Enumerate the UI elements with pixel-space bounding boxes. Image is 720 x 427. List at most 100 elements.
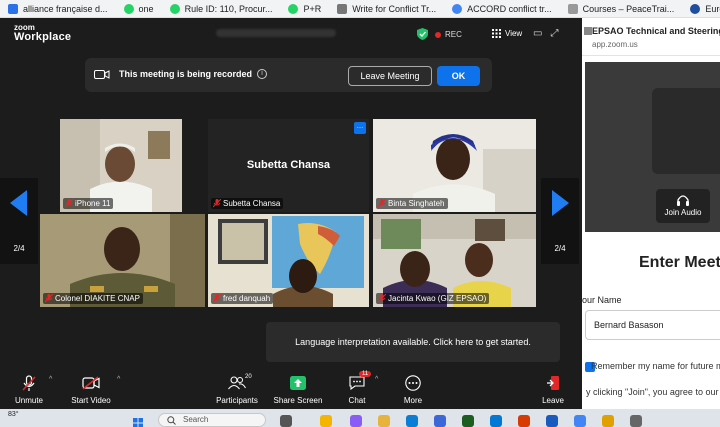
bookmark-favicon-icon [288,3,299,14]
search-placeholder: Search [183,415,209,424]
bookmarks-bar: alliance française d... one Rule ID: 110, … [0,0,720,18]
minimize-view-icon[interactable]: ▭ [533,28,542,39]
video-options-chevron-icon[interactable]: ^ [117,376,120,383]
chat-unread-badge: 11 [359,371,372,377]
participant-name-tag: Colonel DIAKITE CNAP [43,293,143,304]
powerpoint-icon[interactable] [518,415,530,427]
zoom-web-panel: EPSAO Technical and Steering app.zoom.us… [582,18,720,409]
bookmark-label: alliance française d... [23,3,108,14]
chat-options-chevron-icon[interactable]: ^ [375,376,378,383]
leave-label: Leave [542,396,564,405]
name-field-label: our Name [582,295,622,305]
mic-muted-icon [65,199,73,208]
mic-muted-icon [213,199,221,208]
share-screen-button[interactable]: Share Screen [272,374,324,405]
previous-page-button[interactable]: 2/4 [0,178,38,264]
logo-line-2: Workplace [14,31,72,43]
chat-label: Chat [348,396,366,405]
preview-video: Join Audio [585,62,720,232]
windows-start-icon[interactable] [133,415,143,427]
teams-icon[interactable] [350,415,362,427]
outlook-icon[interactable] [490,415,502,427]
bookmark-item[interactable]: European Commis [682,0,720,17]
video-tile-jacinta[interactable]: Jacinta Kwao (GIZ EPSAO) [373,214,536,307]
file-explorer-icon[interactable] [320,415,332,427]
participants-button[interactable]: Participants 20 [212,374,262,405]
more-label: More [403,396,423,405]
video-tile-fred[interactable]: fred danquah [208,214,369,307]
participants-label: Participants [216,396,258,405]
leave-meeting-button[interactable]: Leave Meeting [348,66,432,86]
video-tile-binta[interactable]: Binta Singhateh [373,119,536,212]
arrow-left-icon [10,190,27,216]
next-page-button[interactable]: 2/4 [541,178,579,264]
participant-center-name: Subetta Chansa [246,159,331,171]
bookmark-favicon-icon [452,3,463,14]
bookmark-item[interactable]: Rule ID: 110, Procur... [162,0,281,17]
audio-options-chevron-icon[interactable]: ^ [49,376,52,383]
name-input[interactable]: Bernard Basason [585,310,720,340]
participants-icon [228,376,246,390]
zoom-app-icon[interactable] [434,415,446,427]
fullscreen-icon[interactable]: ⤢ [550,28,558,39]
more-button[interactable]: More [397,374,429,405]
bookmark-favicon-icon [567,3,578,14]
video-tile-diakite[interactable]: Colonel DIAKITE CNAP [40,214,205,307]
participant-name: Jacinta Kwao (GIZ EPSAO) [388,294,487,303]
mic-muted-icon [22,374,36,391]
bookmark-item[interactable]: P+R [280,0,329,17]
participant-name-tag: Subetta Chansa [211,198,284,209]
chrome-icon[interactable] [574,415,586,427]
view-button[interactable]: View [492,29,522,38]
participant-name: fred danquah [223,294,271,303]
join-audio-label: Join Audio [664,208,702,217]
page-indicator-right: 2/4 [554,244,566,253]
participant-name-tag: iPhone 11 [63,198,114,209]
record-dot-icon [435,31,441,38]
shield-icon[interactable] [417,28,428,40]
bookmark-favicon-icon [169,3,180,14]
bookmark-label: European Commis [705,3,720,14]
video-tile-iphone[interactable]: iPhone 11 [60,119,182,212]
excel-icon[interactable] [462,415,474,427]
participant-name-tag: Binta Singhateh [376,198,448,209]
info-icon[interactable]: i [257,69,267,79]
interpretation-toast[interactable]: Language interpretation available. Click… [266,322,560,362]
bookmark-item[interactable]: alliance française d... [0,0,116,17]
bookmark-item[interactable]: Courses – PeaceTrai... [560,0,683,17]
ok-button[interactable]: OK [437,66,480,86]
tile-options-icon[interactable]: … [354,122,366,134]
leave-button[interactable]: Leave [537,374,569,405]
weather-widget[interactable]: 83° [8,411,19,418]
page-indicator-left: 2/4 [13,244,25,253]
participant-name: Colonel DIAKITE CNAP [55,294,140,303]
start-video-button[interactable]: Start Video [66,374,116,405]
participant-name-tag: Jacinta Kwao (GIZ EPSAO) [376,293,490,304]
bookmark-item[interactable]: ACCORD conflict tr... [444,0,560,17]
app-icon[interactable] [630,415,642,427]
windows-taskbar: 83° Search [0,409,720,427]
folder-icon[interactable] [378,415,390,427]
video-tile-subetta[interactable]: Subetta Chansa … Subetta Chansa [208,119,369,212]
mic-muted-icon [378,199,386,208]
zoom-logo: zoom Workplace [14,24,71,43]
task-view-icon[interactable] [280,415,292,427]
panel-url[interactable]: app.zoom.us [592,40,638,49]
notes-icon[interactable] [602,415,614,427]
chat-button[interactable]: Chat 11 [340,371,374,405]
unmute-button[interactable]: Unmute [8,374,50,405]
edge-browser-icon[interactable] [406,415,418,427]
mic-muted-icon [213,294,221,303]
bookmark-label: Rule ID: 110, Procur... [184,3,273,14]
join-audio-button[interactable]: Join Audio [656,189,710,223]
bookmark-item[interactable]: Write for Conflict Tr... [329,0,444,17]
rec-label: REC [445,30,462,39]
taskbar-search[interactable]: Search [158,413,266,427]
avatar-placeholder [652,88,720,174]
recording-indicator[interactable]: REC [435,30,462,39]
headphones-icon [677,195,689,206]
bookmark-item[interactable]: one [116,0,162,17]
panel-header: EPSAO Technical and Steering app.zoom.us [582,18,720,56]
meeting-toolbar: Unmute ^ Start Video ^ Participants 20 S… [0,370,582,409]
word-icon[interactable] [546,415,558,427]
